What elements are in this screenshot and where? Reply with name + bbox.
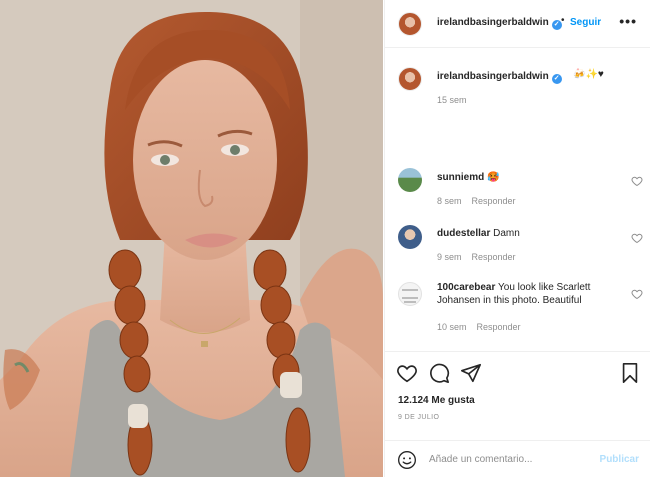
- post-actions-bar: [385, 351, 650, 389]
- caption-avatar[interactable]: [398, 67, 422, 91]
- comment-body: Damn: [493, 228, 520, 239]
- comment-time[interactable]: 10 sem: [437, 322, 467, 332]
- heart-icon[interactable]: [396, 362, 418, 384]
- reply-button[interactable]: Responder: [472, 252, 516, 262]
- commenter-avatar[interactable]: [398, 282, 422, 306]
- comment-meta: 8 sem Responder: [437, 196, 516, 206]
- commenter-username[interactable]: dudestellar: [437, 228, 490, 239]
- post-photo-illustration: [0, 0, 383, 477]
- commenter-avatar[interactable]: [398, 168, 422, 192]
- commenter-username[interactable]: sunniemd: [437, 172, 484, 183]
- comment-like-heart-icon[interactable]: [631, 232, 643, 244]
- verified-badge-icon: ✓: [551, 74, 562, 84]
- likes-count[interactable]: 12.124 Me gusta: [398, 395, 475, 406]
- emoji-smile-icon[interactable]: [397, 450, 417, 470]
- post-header: irelandbasingerbaldwin ✓ • Seguir •••: [385, 0, 650, 48]
- more-options-icon[interactable]: •••: [619, 13, 637, 29]
- comment-text: sunniemd 🥵: [437, 171, 617, 184]
- reply-button[interactable]: Responder: [477, 322, 521, 332]
- publish-button[interactable]: Publicar: [600, 454, 639, 465]
- comment-like-heart-icon[interactable]: [631, 175, 643, 187]
- comment-like-heart-icon[interactable]: [631, 288, 643, 300]
- add-comment-bar: Publicar: [385, 440, 650, 477]
- caption-text: 🍻✨♥: [573, 69, 604, 80]
- author-username[interactable]: irelandbasingerbaldwin ✓: [437, 17, 562, 30]
- separator-dot: •: [561, 15, 565, 26]
- author-avatar[interactable]: [398, 12, 422, 36]
- caption-username[interactable]: irelandbasingerbaldwin ✓: [437, 71, 562, 84]
- post-sidebar: irelandbasingerbaldwin ✓ • Seguir ••• ire…: [384, 0, 650, 477]
- comment-meta: 10 sem Responder: [437, 322, 521, 332]
- comment-body: 🥵: [487, 172, 500, 183]
- comment-input[interactable]: [429, 450, 589, 468]
- paper-plane-icon[interactable]: [460, 362, 482, 384]
- post-date[interactable]: 9 DE JULIO: [398, 414, 439, 421]
- follow-button[interactable]: Seguir: [570, 17, 601, 28]
- comment-text: dudestellar Damn: [437, 227, 617, 240]
- comment-time[interactable]: 9 sem: [437, 252, 462, 262]
- commenter-username[interactable]: 100carebear: [437, 282, 495, 293]
- comment-icon[interactable]: [428, 362, 450, 384]
- comment-text: 100carebear You look like Scarlett Johan…: [437, 281, 617, 307]
- reply-button[interactable]: Responder: [472, 196, 516, 206]
- caption-timestamp[interactable]: 15 sem: [437, 95, 467, 105]
- comment-time[interactable]: 8 sem: [437, 196, 462, 206]
- comment-meta: 9 sem Responder: [437, 252, 516, 262]
- commenter-avatar[interactable]: [398, 225, 422, 249]
- post-photo[interactable]: [0, 0, 383, 477]
- bookmark-icon[interactable]: [619, 362, 641, 384]
